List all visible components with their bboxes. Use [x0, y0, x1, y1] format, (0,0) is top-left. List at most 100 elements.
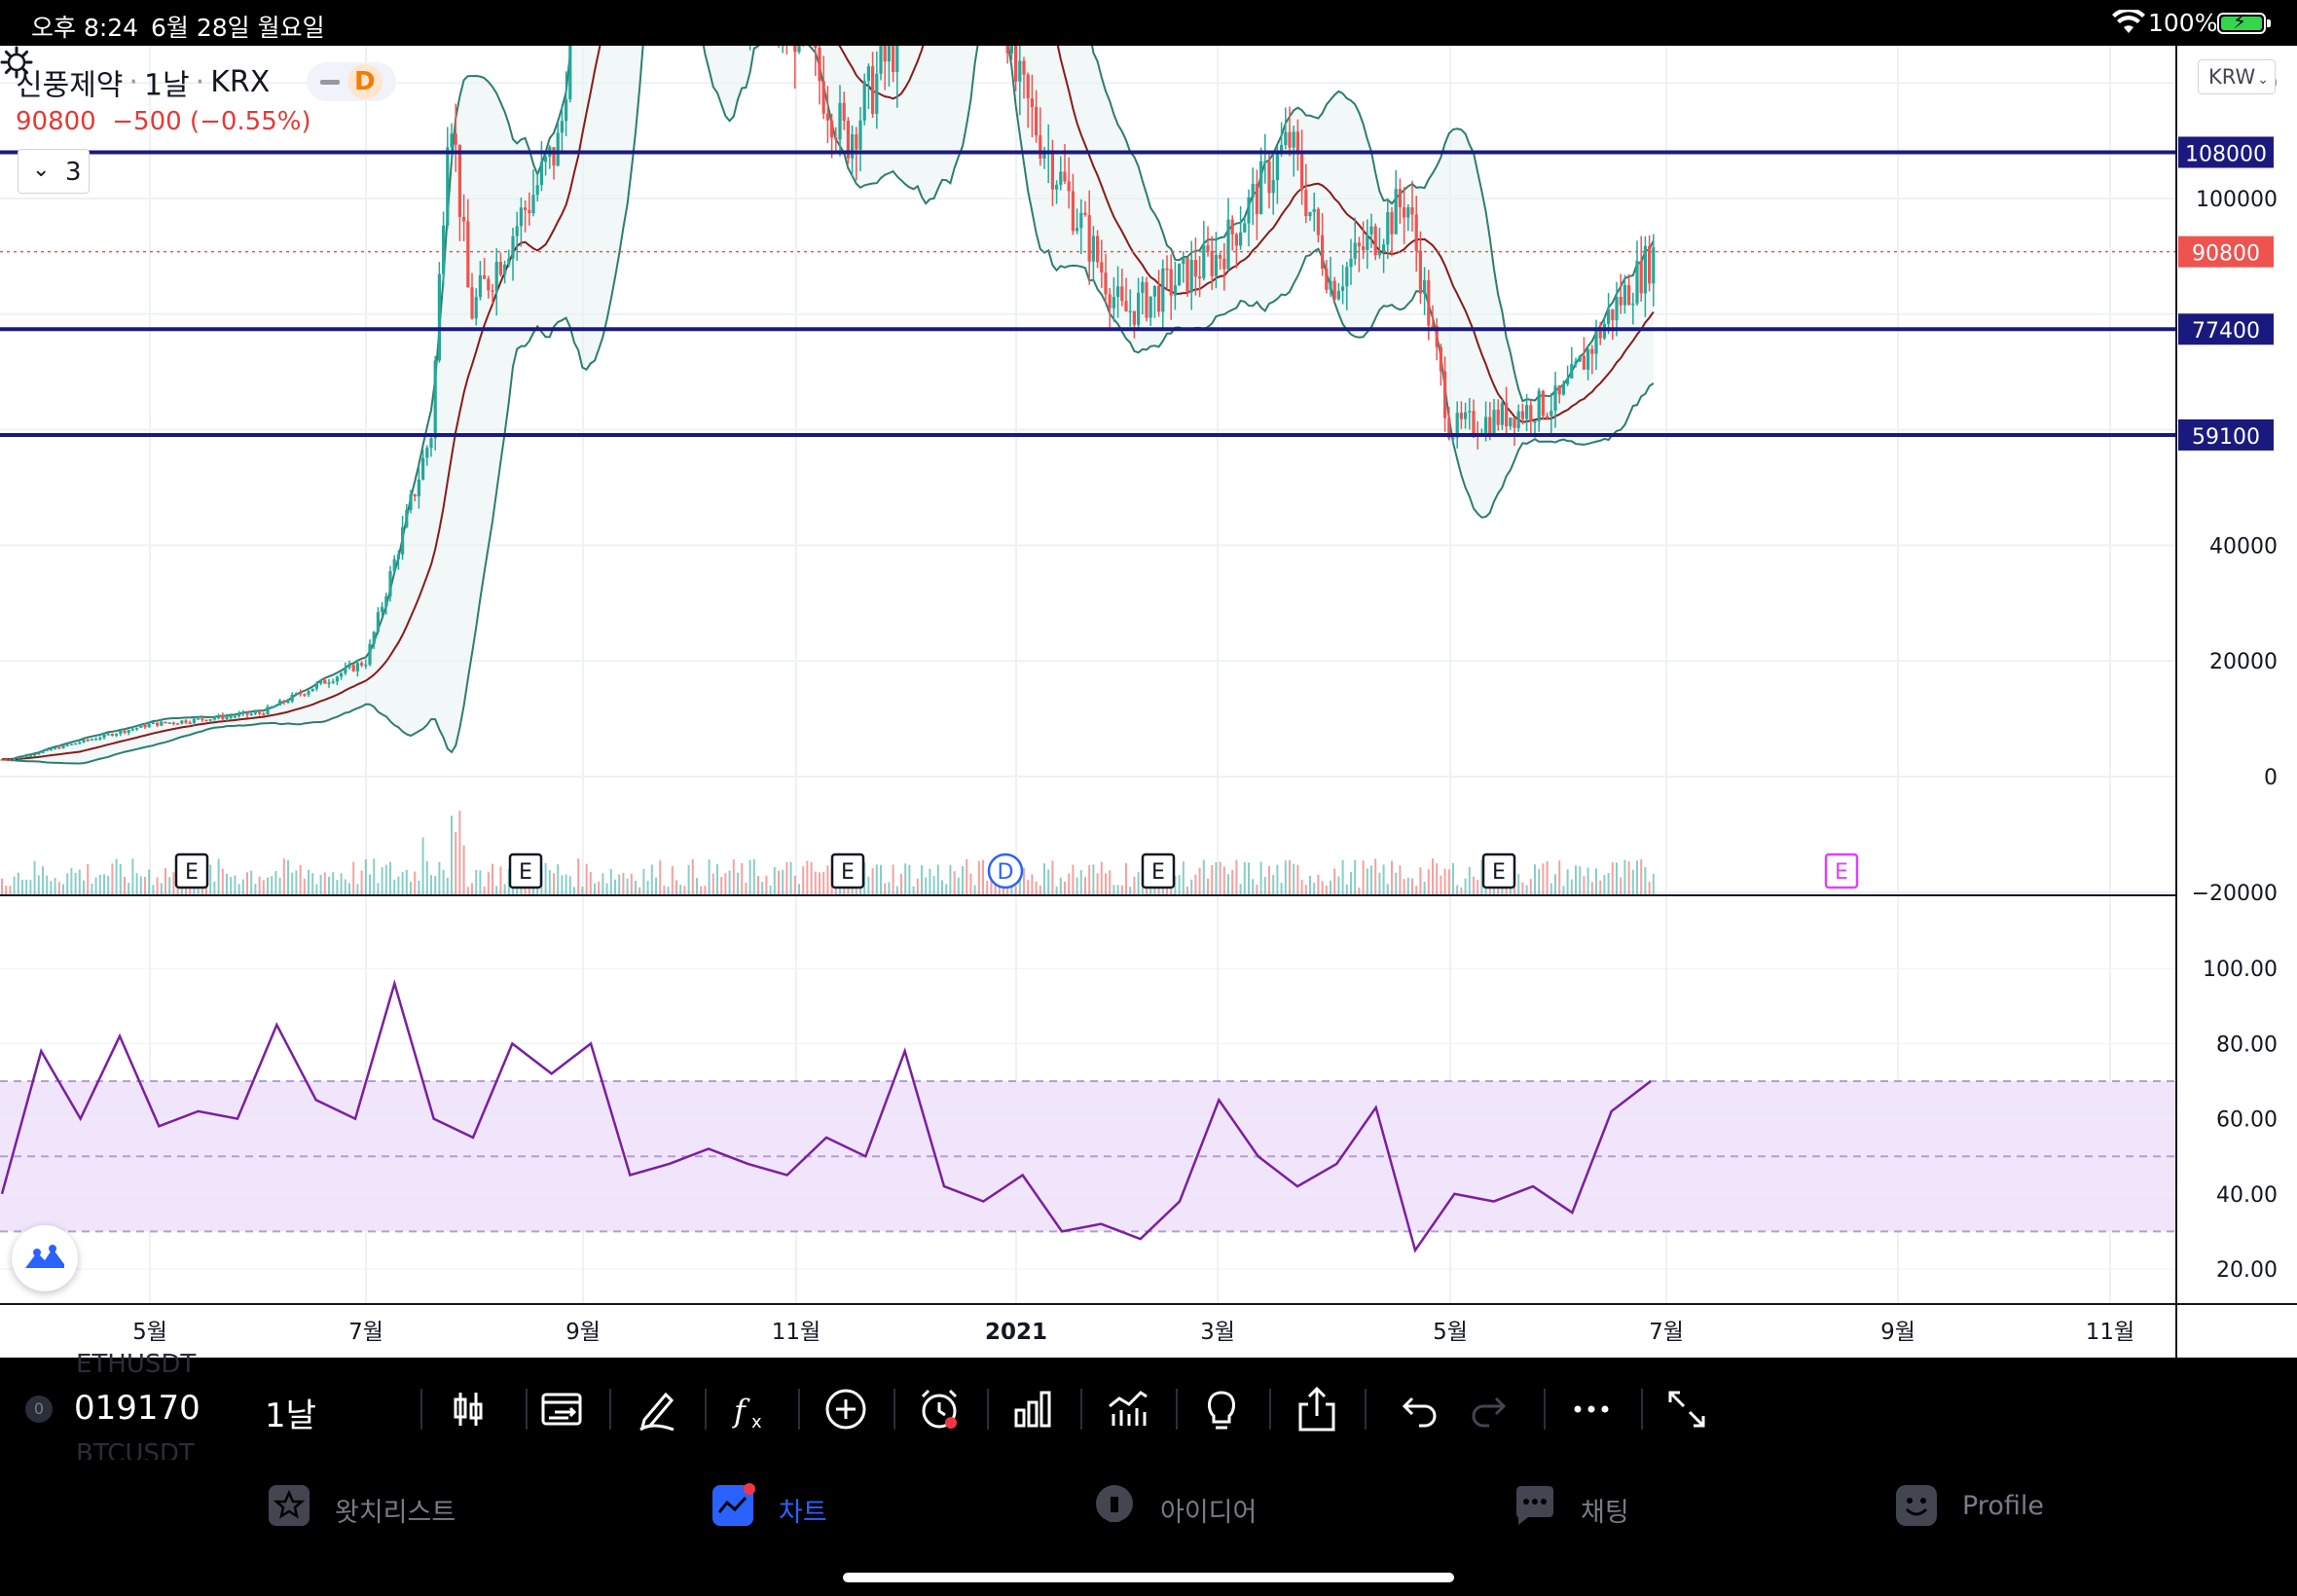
volume-bar — [282, 858, 285, 895]
volume-bar — [164, 867, 166, 895]
volume-bar — [360, 870, 363, 895]
candle-body — [307, 691, 310, 695]
candle-body — [1550, 410, 1553, 417]
volume-bar — [646, 881, 649, 895]
volume-bar — [1051, 860, 1054, 895]
draw-pencil-icon[interactable] — [633, 1385, 681, 1433]
bars-chart-icon[interactable] — [1008, 1385, 1057, 1433]
candle-body — [866, 66, 870, 82]
volume-bar — [1190, 879, 1193, 895]
volume-bar — [62, 884, 64, 895]
volume-bar — [1337, 876, 1340, 895]
volume-bar — [1648, 882, 1651, 895]
ideas-lightbulb-icon[interactable] — [1197, 1385, 1246, 1433]
volume-bar — [1443, 868, 1446, 895]
candle-body — [1423, 279, 1427, 294]
volume-bar — [287, 859, 289, 895]
indicators-toggle-button[interactable]: ⌄ 3 — [18, 149, 90, 194]
volume-bar — [1133, 877, 1136, 895]
volume-bar — [1235, 859, 1238, 895]
volume-bar — [594, 883, 596, 895]
candle-body — [282, 700, 286, 703]
volume-bar — [1566, 869, 1569, 895]
undo-icon[interactable] — [1394, 1385, 1442, 1433]
volume-bar — [605, 883, 608, 895]
candle-body — [478, 274, 482, 298]
volume-bar — [1590, 882, 1593, 895]
compare-icon[interactable] — [537, 1385, 586, 1433]
candle-body — [524, 207, 528, 210]
chart-area[interactable]: 1979001365001080007740059100908002200001… — [0, 46, 2297, 1358]
candle-body — [1161, 268, 1165, 312]
candle-body — [4, 759, 8, 761]
tradingview-logo-button[interactable] — [12, 1225, 78, 1291]
volume-bar — [1219, 861, 1221, 895]
candle-body — [54, 747, 57, 749]
more-icon[interactable] — [1567, 1385, 1616, 1433]
volume-bar — [1198, 867, 1201, 895]
volume-bar — [973, 885, 976, 895]
volume-bar — [226, 873, 228, 895]
currency-select[interactable]: KRW ⌄ — [2198, 59, 2276, 94]
candle-body — [347, 665, 351, 668]
share-icon[interactable] — [1293, 1385, 1341, 1433]
volume-bar — [5, 886, 8, 895]
candle-body — [1594, 329, 1598, 354]
candle-body — [556, 132, 560, 166]
time-axis-tick: 11월 — [772, 1320, 820, 1345]
candle-body — [1145, 281, 1148, 318]
level-label: 59100 — [2192, 425, 2260, 450]
volume-bar — [319, 874, 322, 895]
data-status-pill[interactable]: D — [306, 62, 396, 101]
candle-body — [1173, 285, 1177, 296]
candle-body — [241, 711, 245, 714]
candle-body — [1193, 260, 1197, 277]
volume-bar — [462, 845, 465, 895]
alert-clock-icon[interactable] — [915, 1385, 964, 1433]
indicators-fx-icon[interactable]: f x — [726, 1385, 775, 1433]
interval-button[interactable]: 1날 — [265, 1389, 316, 1436]
candle-body — [793, 46, 797, 53]
volume-bar — [785, 861, 788, 895]
candle-body — [1622, 284, 1626, 306]
candle-body — [1398, 189, 1402, 207]
chart-legend: 신풍제약 · 1날 · KRX D — [16, 60, 396, 103]
volume-bar — [17, 872, 19, 895]
volume-bar — [1031, 874, 1034, 895]
volume-bar — [969, 873, 972, 895]
toolbar-divider — [526, 1389, 528, 1430]
volume-bar — [115, 858, 118, 895]
candle-body — [351, 665, 355, 671]
settings-gear-icon[interactable] — [0, 46, 33, 79]
volume-bar — [1542, 863, 1545, 895]
volume-bar — [1092, 864, 1095, 895]
candle-body — [1083, 212, 1087, 215]
financials-icon[interactable] — [1104, 1385, 1152, 1433]
volume-bar — [1333, 868, 1336, 895]
candle-style-icon[interactable] — [444, 1385, 492, 1433]
volume-bar — [1239, 884, 1242, 895]
price-chart-svg[interactable]: 1979001365001080007740059100908002200001… — [0, 46, 2297, 1358]
volume-bar — [1477, 880, 1479, 895]
candle-body — [425, 448, 429, 458]
redo-icon[interactable] — [1466, 1385, 1514, 1433]
volume-bar — [1035, 881, 1038, 895]
symbol-search-button[interactable]: 019170 — [74, 1389, 201, 1428]
volume-bar — [773, 867, 776, 895]
indicators-count: 3 — [65, 158, 82, 187]
volume-bar — [1059, 877, 1062, 895]
volume-bar — [1525, 885, 1528, 895]
volume-bar — [1452, 862, 1454, 895]
event-marker-label: E — [1835, 860, 1848, 885]
fullscreen-icon[interactable] — [1662, 1385, 1711, 1433]
candle-body — [1500, 402, 1504, 425]
volume-bar — [1529, 879, 1532, 895]
candle-body — [1178, 264, 1182, 286]
volume-bar — [568, 876, 571, 895]
volume-bar — [577, 858, 580, 895]
time-axis-tick: 9월 — [565, 1320, 601, 1345]
add-plus-icon[interactable] — [821, 1385, 870, 1433]
volume-bar — [135, 873, 138, 895]
candle-body — [1096, 236, 1100, 263]
volume-bar — [1562, 886, 1565, 895]
